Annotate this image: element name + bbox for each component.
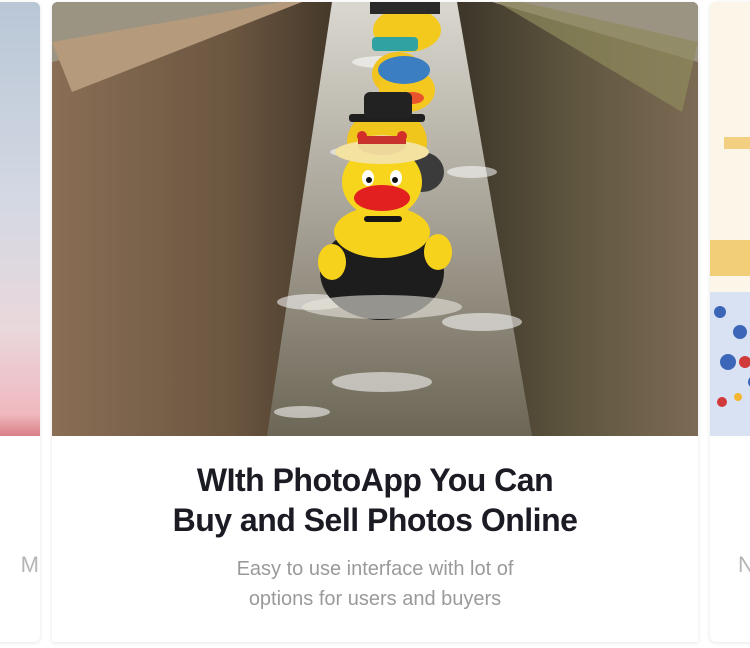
carousel-slide-previous[interactable]: M xyxy=(0,2,40,642)
slide-subtitle: Easy to use interface with lot of option… xyxy=(52,554,698,614)
slide-title-fragment-previous: M xyxy=(20,552,40,577)
slide-title-fragment-next: N xyxy=(738,552,750,577)
slide-title: WIth PhotoApp You Can Buy and Sell Photo… xyxy=(52,460,698,540)
slide-image-previous xyxy=(0,2,40,436)
slide-subtitle-line-1: Easy to use interface with lot of xyxy=(236,558,514,580)
slide-image-next xyxy=(710,2,750,436)
slide-title-line-1: WIth PhotoApp You Can xyxy=(196,462,554,498)
carousel-slide-current[interactable]: WIth PhotoApp You Can Buy and Sell Photo… xyxy=(52,2,698,642)
slide-title-line-2: Buy and Sell Photos Online xyxy=(172,502,578,538)
slide-subtitle-line-2: options for users and buyers xyxy=(248,588,502,610)
carousel-slide-next[interactable]: N xyxy=(710,2,750,642)
slide-image-rubber-ducks xyxy=(52,2,698,436)
slide-content: WIth PhotoApp You Can Buy and Sell Photo… xyxy=(52,436,698,642)
